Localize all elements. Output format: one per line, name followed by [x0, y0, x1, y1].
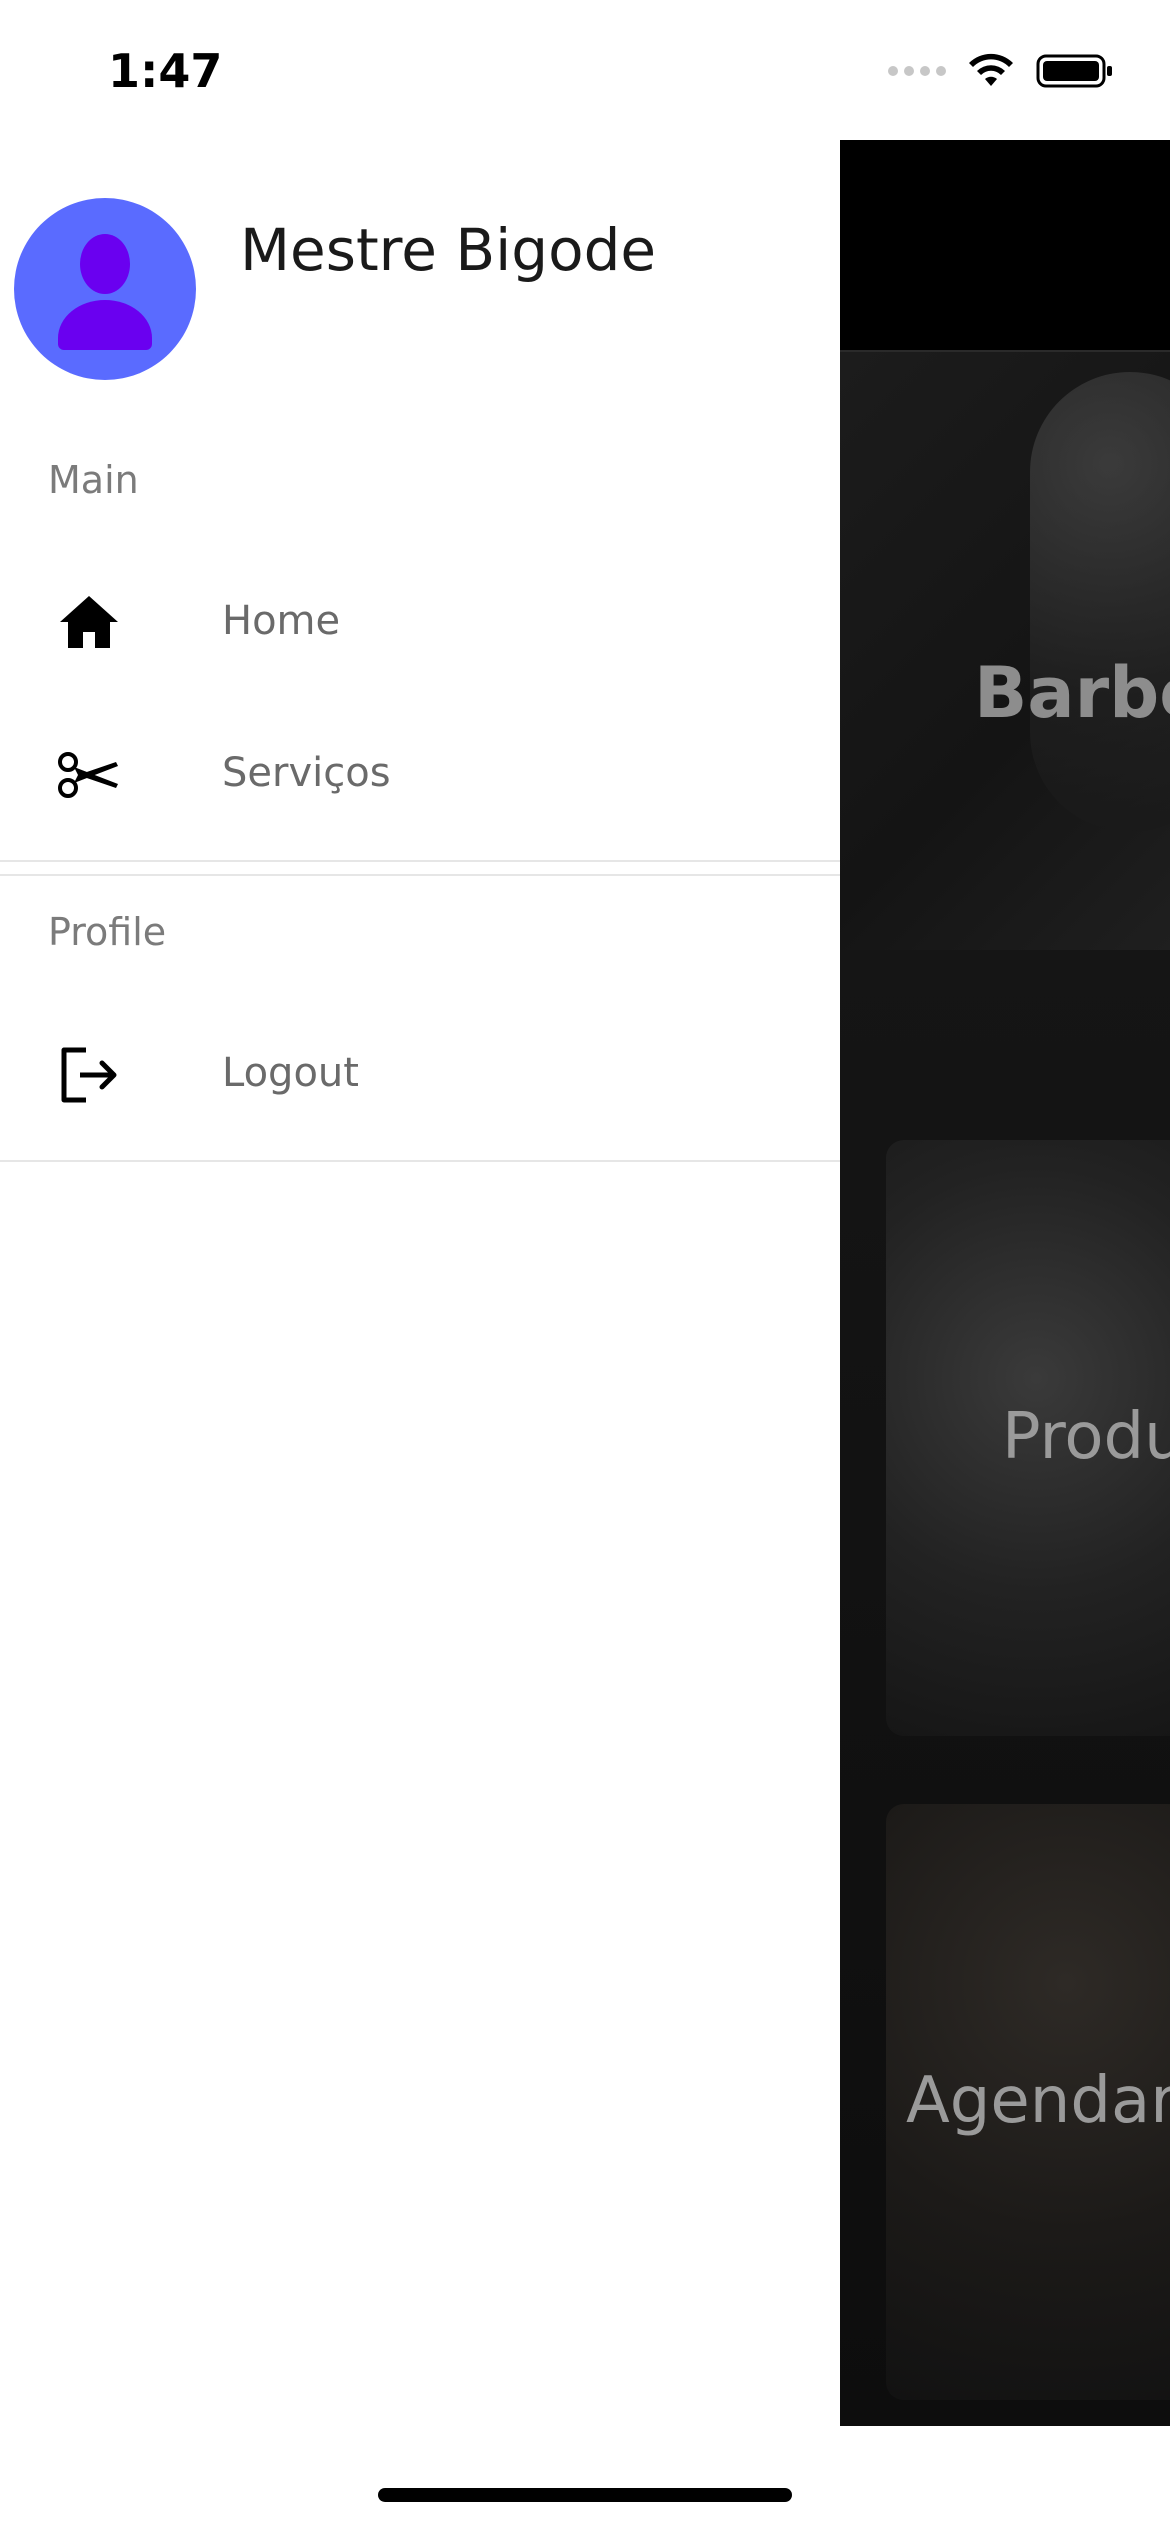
schedule-card[interactable]: Agendar	[886, 1804, 1170, 2400]
barbershop-banner: Barbe	[840, 352, 1170, 950]
logout-icon	[61, 1047, 117, 1103]
drawer-item-label: Logout	[222, 1050, 359, 1096]
cellular-signal-icon	[888, 66, 946, 76]
home-indicator[interactable]	[378, 2488, 792, 2502]
section-label-profile: Profile	[48, 910, 167, 954]
section-divider	[0, 860, 840, 862]
products-card-label: Produ	[1002, 1400, 1170, 1474]
status-time: 1:47	[108, 44, 223, 98]
wifi-icon	[969, 53, 1013, 86]
drawer-item-logout[interactable]: Logout	[0, 1004, 840, 1144]
profile-header: Mestre Bigode	[0, 140, 840, 380]
status-icons	[888, 52, 1114, 90]
app-screen: 1:47 Barbe Produ	[0, 0, 1170, 2532]
drawer-item-home[interactable]: Home	[0, 552, 840, 692]
section-label-main: Main	[48, 458, 139, 502]
user-icon	[58, 234, 152, 350]
shaving-brush-image	[1030, 372, 1170, 832]
section-divider	[0, 874, 840, 876]
drawer-item-label: Home	[222, 598, 341, 644]
background-header	[840, 140, 1170, 352]
status-bar: 1:47	[0, 0, 1170, 140]
profile-name: Mestre Bigode	[240, 216, 657, 284]
scissors-icon	[58, 752, 118, 798]
navigation-drawer: Mestre Bigode Main Home Serviços Profile	[0, 140, 840, 2532]
drawer-item-servicos[interactable]: Serviços	[0, 704, 840, 844]
background-app[interactable]: Barbe Produ Agendar	[840, 140, 1170, 2426]
drawer-item-label: Serviços	[222, 750, 391, 796]
avatar[interactable]	[14, 198, 196, 380]
schedule-card-label: Agendar	[906, 2064, 1170, 2138]
home-icon	[60, 596, 118, 648]
battery-icon	[1036, 54, 1112, 88]
section-divider	[0, 1160, 840, 1162]
products-card[interactable]: Produ	[886, 1140, 1170, 1736]
banner-title: Barbe	[974, 652, 1170, 734]
